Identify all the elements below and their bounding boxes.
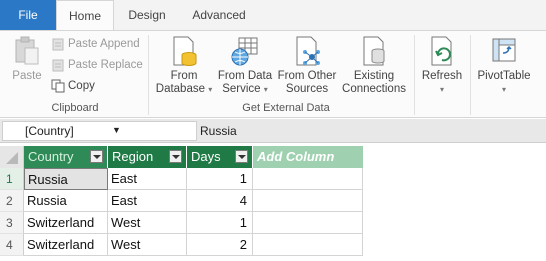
paste-append-icon xyxy=(52,38,64,51)
from-data-service-label-1: From Data xyxy=(217,70,273,82)
add-column-cell[interactable] xyxy=(253,212,363,234)
column-header-days[interactable]: Days xyxy=(187,146,253,168)
ribbon-tab-bar: File Home Design Advanced xyxy=(0,0,546,31)
row-number[interactable]: 2 xyxy=(0,190,24,212)
add-column-cell[interactable] xyxy=(253,234,363,256)
existing-connections-label-2: Connections xyxy=(342,83,406,95)
name-box[interactable]: [Country] xyxy=(2,121,197,141)
paste-append-button[interactable]: Paste Append xyxy=(51,35,140,53)
existing-connections-icon xyxy=(363,36,385,66)
table-cell[interactable]: West xyxy=(108,212,187,234)
ribbon: Paste Paste Append Paste Replace Copy Cl… xyxy=(0,30,546,118)
database-icon xyxy=(173,36,197,66)
tab-design[interactable]: Design xyxy=(118,0,176,30)
paste-append-label: Paste Append xyxy=(68,38,140,50)
other-sources-icon xyxy=(296,36,320,66)
paste-icon xyxy=(15,36,39,65)
existing-connections-button[interactable]: Existing Connections xyxy=(340,35,408,96)
ribbon-separator xyxy=(414,35,415,115)
paste-replace-icon xyxy=(52,59,64,72)
pivottable-label: PivotTable xyxy=(477,70,531,82)
table-cell[interactable]: 1 xyxy=(187,168,253,190)
table-cell[interactable]: East xyxy=(108,190,187,212)
select-all-icon xyxy=(6,152,18,164)
table-cell[interactable]: 1 xyxy=(187,212,253,234)
formula-bar: [Country] ▼ Russia xyxy=(0,119,546,143)
clipboard-group-label: Clipboard xyxy=(51,102,99,114)
chevron-down-icon: ▾ xyxy=(263,85,268,94)
data-service-icon xyxy=(231,37,258,66)
pivottable-icon xyxy=(492,38,516,62)
column-header-label: Days xyxy=(191,149,221,164)
table-cell[interactable]: Russia xyxy=(24,190,108,212)
table-cell[interactable]: Russia xyxy=(24,168,108,190)
table-cell[interactable]: East xyxy=(108,168,187,190)
from-data-service-button[interactable]: From Data Service ▾ xyxy=(216,35,274,96)
column-header-region[interactable]: Region xyxy=(108,146,187,168)
tab-file[interactable]: File xyxy=(0,0,56,30)
tab-home[interactable]: Home xyxy=(56,0,114,31)
copy-icon xyxy=(51,79,65,93)
filter-dropdown-icon[interactable] xyxy=(169,150,182,163)
from-data-service-label-2: Service xyxy=(222,83,261,95)
chevron-down-icon: ▾ xyxy=(208,85,213,94)
get-external-data-group-label: Get External Data xyxy=(242,102,330,114)
from-other-sources-label-1: From Other xyxy=(277,70,337,82)
from-other-sources-label-2: Sources xyxy=(285,83,329,95)
ribbon-separator xyxy=(470,35,471,115)
refresh-label: Refresh xyxy=(421,70,463,82)
add-column-header[interactable]: Add Column xyxy=(253,146,363,168)
copy-button[interactable]: Copy xyxy=(51,77,95,95)
refresh-button[interactable]: Refresh ▾ xyxy=(418,35,466,96)
from-database-button[interactable]: From Database ▾ xyxy=(154,35,214,96)
from-database-label-1: From xyxy=(170,70,198,82)
table-cell[interactable]: 4 xyxy=(187,190,253,212)
add-column-cell[interactable] xyxy=(253,190,363,212)
data-grid: Country Region Days Add Column 1 Russia … xyxy=(0,144,546,261)
row-number[interactable]: 3 xyxy=(0,212,24,234)
paste-label: Paste xyxy=(12,70,42,82)
formula-value[interactable]: Russia xyxy=(200,122,237,140)
filter-dropdown-icon[interactable] xyxy=(90,150,103,163)
paste-button[interactable]: Paste xyxy=(6,35,48,83)
filter-dropdown-icon[interactable] xyxy=(235,150,248,163)
column-header-label: Region xyxy=(112,149,154,164)
table-cell[interactable]: Switzerland xyxy=(24,234,108,256)
paste-replace-label: Paste Replace xyxy=(68,59,143,71)
refresh-icon xyxy=(431,36,452,66)
table-cell[interactable]: West xyxy=(108,234,187,256)
row-number[interactable]: 1 xyxy=(0,168,24,190)
existing-connections-label-1: Existing xyxy=(353,70,395,82)
ribbon-separator xyxy=(148,35,149,115)
copy-label: Copy xyxy=(68,80,95,92)
from-other-sources-button[interactable]: From Other Sources xyxy=(276,35,338,96)
tab-advanced[interactable]: Advanced xyxy=(184,0,254,30)
table-cell[interactable]: Switzerland xyxy=(24,212,108,234)
name-box-dropdown-icon[interactable]: ▼ xyxy=(112,125,121,135)
row-number[interactable]: 4 xyxy=(0,234,24,256)
chevron-down-icon: ▾ xyxy=(439,85,444,94)
select-all-corner[interactable] xyxy=(0,146,24,168)
pivottable-button[interactable]: PivotTable ▾ xyxy=(474,35,534,96)
table-cell[interactable]: 2 xyxy=(187,234,253,256)
column-header-label: Country xyxy=(28,149,74,164)
add-column-cell[interactable] xyxy=(253,168,363,190)
column-header-country[interactable]: Country xyxy=(24,146,108,168)
from-database-label-2: Database xyxy=(155,83,205,95)
paste-replace-button[interactable]: Paste Replace xyxy=(51,56,143,74)
chevron-down-icon: ▾ xyxy=(501,85,506,94)
